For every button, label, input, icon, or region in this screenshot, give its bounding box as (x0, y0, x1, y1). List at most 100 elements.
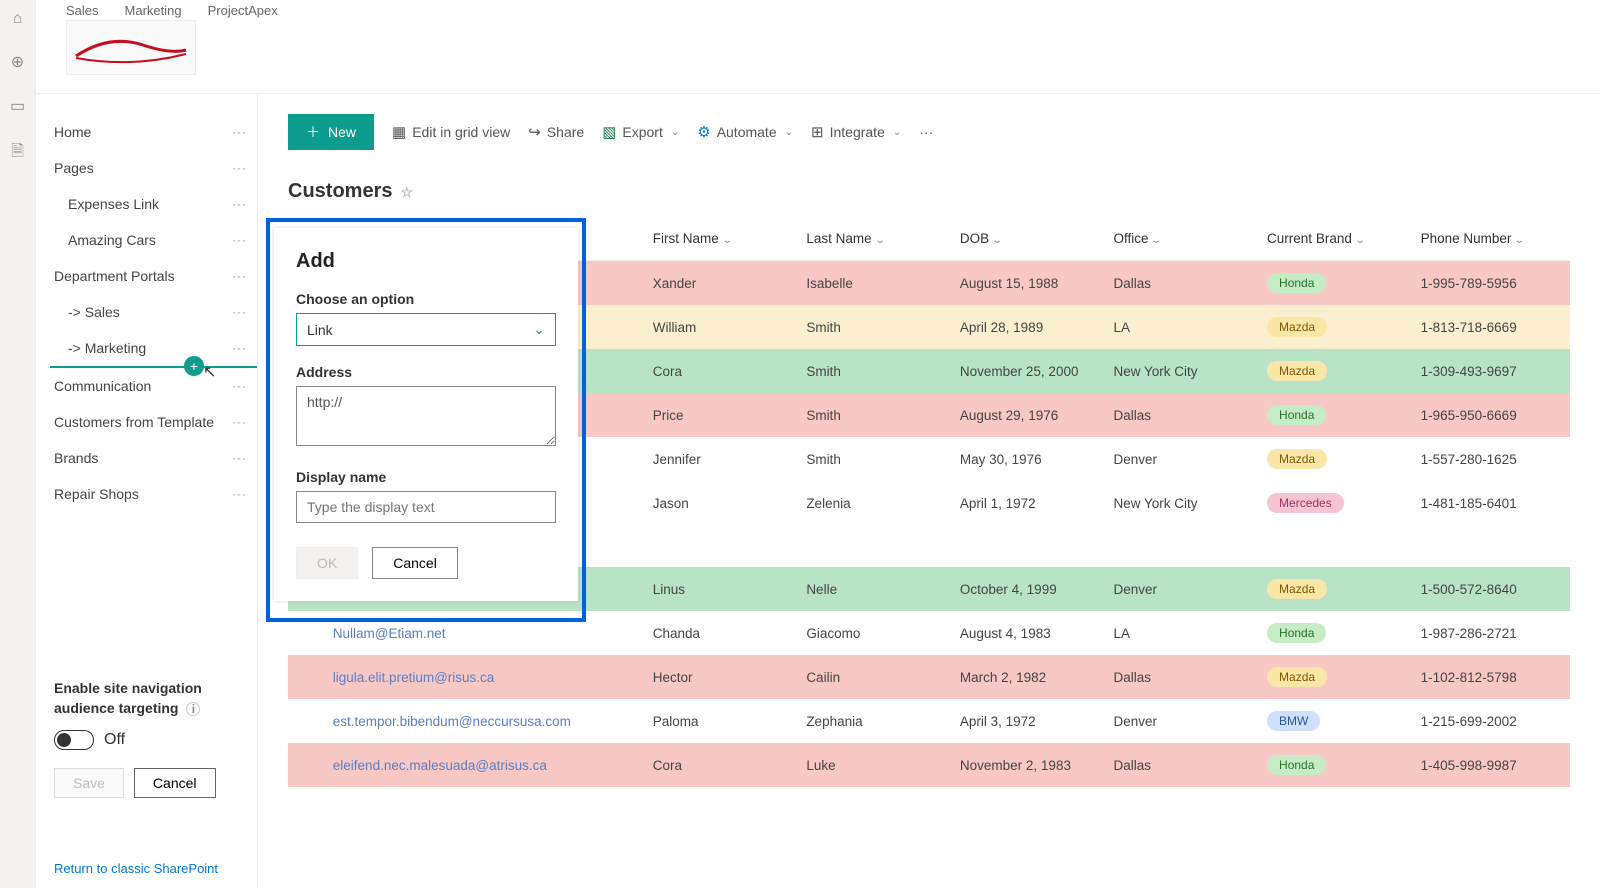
nav-home-label: Home (54, 124, 91, 140)
tab-marketing[interactable]: Marketing (125, 3, 182, 18)
table-row[interactable]: Nullam@Etiam.netChandaGiacomoAugust 4, 1… (288, 611, 1570, 655)
col-phone[interactable]: Phone Number⌄ (1421, 217, 1570, 261)
cell-last: Isabelle (806, 261, 960, 306)
nav-repair[interactable]: Repair Shops··· (36, 476, 257, 512)
site-logo[interactable] (66, 20, 196, 75)
cell-first: Paloma (653, 699, 807, 743)
more-icon[interactable]: ··· (232, 233, 247, 247)
nav-home[interactable]: Home ··· (36, 114, 257, 150)
cell-phone: 1-309-493-9697 (1421, 349, 1570, 393)
col-dob[interactable]: DOB⌄ (960, 217, 1114, 261)
return-classic-link[interactable]: Return to classic SharePoint (54, 861, 218, 876)
table-row[interactable]: est.tempor.bibendum@neccursusa.comPaloma… (288, 699, 1570, 743)
nav-customers-template[interactable]: Customers from Template··· (36, 404, 257, 440)
nav-expenses-link[interactable]: Expenses Link ··· (36, 186, 257, 222)
cell-phone: 1-102-812-5798 (1421, 655, 1570, 699)
chevron-down-icon: ⌄ (992, 235, 1003, 246)
cell-first: Hector (653, 655, 807, 699)
cell-brand: Mercedes (1267, 481, 1421, 525)
automate-button[interactable]: ⚙Automate⌄ (697, 123, 793, 141)
more-icon[interactable]: ··· (232, 161, 247, 175)
add-link-dialog: Add Choose an option Link ⌄ Address Disp… (274, 228, 578, 601)
tab-projectapex[interactable]: ProjectApex (208, 3, 278, 18)
cell-dob: November 25, 2000 (960, 349, 1114, 393)
cell-office: LA (1113, 305, 1267, 349)
more-icon[interactable]: ··· (232, 487, 247, 501)
cell-dob: March 2, 1982 (960, 655, 1114, 699)
nav-dept-portals[interactable]: Department Portals··· (36, 258, 257, 294)
nav-amazing-label: Amazing Cars (68, 232, 156, 248)
save-button: Save (54, 768, 124, 798)
targeting-label: Enable site navigation audience targetin… (54, 678, 244, 718)
new-button-label: New (328, 124, 356, 140)
nav-mkt-label: -> Marketing (68, 340, 146, 356)
nav-pages-label: Pages (54, 160, 94, 176)
more-icon[interactable]: ··· (232, 415, 247, 429)
nav-marketing[interactable]: -> Marketing ··· (36, 330, 257, 366)
targeting-toggle[interactable] (54, 730, 94, 750)
cell-first: Chanda (653, 611, 807, 655)
more-icon[interactable]: ··· (232, 125, 247, 139)
more-icon[interactable]: ··· (232, 379, 247, 393)
cell-brand: BMW (1267, 699, 1421, 743)
overflow-button[interactable]: ··· (919, 124, 933, 140)
top-band: Sales Marketing ProjectApex (36, 0, 1600, 94)
more-icon: ··· (919, 124, 933, 140)
col-last[interactable]: Last Name⌄ (806, 217, 960, 261)
info-icon[interactable]: i (186, 702, 200, 716)
cell-dob: November 2, 1983 (960, 743, 1114, 787)
nav-communication[interactable]: Communication··· (36, 368, 257, 404)
globe-icon[interactable]: ⊕ (11, 52, 24, 72)
share-button[interactable]: ↪Share (528, 123, 584, 141)
nav-sales[interactable]: -> Sales··· (36, 294, 257, 330)
table-row[interactable]: eleifend.nec.malesuada@atrisus.caCoraLuk… (288, 743, 1570, 787)
more-icon[interactable]: ··· (232, 305, 247, 319)
tab-sales[interactable]: Sales (66, 3, 99, 18)
cell-brand: Honda (1267, 743, 1421, 787)
more-icon[interactable]: ··· (232, 197, 247, 211)
cell-dob: April 28, 1989 (960, 305, 1114, 349)
new-button[interactable]: ＋ New (288, 114, 374, 150)
more-icon[interactable]: ··· (232, 341, 247, 355)
more-icon[interactable]: ··· (232, 269, 247, 283)
cell-phone: 1-481-185-6401 (1421, 481, 1570, 525)
cell-office: Dallas (1113, 743, 1267, 787)
cell-first: William (653, 305, 807, 349)
cell-phone: 1-987-286-2721 (1421, 611, 1570, 655)
col-brand[interactable]: Current Brand⌄ (1267, 217, 1421, 261)
edit-grid-button[interactable]: ▦Edit in grid view (392, 123, 510, 141)
option-select[interactable]: Link ⌄ (296, 313, 556, 346)
display-name-input[interactable] (296, 491, 556, 523)
cell-first: Cora (653, 349, 807, 393)
cell-last: Luke (806, 743, 960, 787)
file-icon[interactable]: 🗎 (11, 140, 24, 167)
cell-brand: Mazda (1267, 437, 1421, 481)
export-label: Export (622, 124, 662, 140)
cards-icon[interactable]: ▭ (10, 96, 25, 116)
export-button[interactable]: ▧Export⌄ (602, 123, 679, 141)
more-icon[interactable]: ··· (232, 451, 247, 465)
integrate-button[interactable]: ⊞Integrate⌄ (811, 123, 901, 141)
plus-icon: ＋ (306, 122, 320, 142)
nav-pages[interactable]: Pages ··· (36, 150, 257, 186)
nav-brands[interactable]: Brands··· (36, 440, 257, 476)
table-row[interactable]: ligula.elit.pretium@risus.caHectorCailin… (288, 655, 1570, 699)
col-first[interactable]: First Name⌄ (653, 217, 807, 261)
dialog-cancel-button[interactable]: Cancel (372, 547, 458, 579)
site-navigation: Home ··· Pages ··· Expenses Link ··· Amazin… (36, 94, 258, 888)
toggle-state-label: Off (104, 731, 125, 749)
nav-expenses-label: Expenses Link (68, 196, 159, 212)
address-input[interactable] (296, 386, 556, 446)
cancel-button[interactable]: Cancel (134, 768, 216, 798)
grid-icon: ▦ (392, 123, 406, 141)
chevron-down-icon: ⌄ (893, 127, 901, 138)
col-office[interactable]: Office⌄ (1113, 217, 1267, 261)
favorite-icon[interactable]: ☆ (400, 184, 413, 200)
nav-amazing-cars[interactable]: Amazing Cars ··· (36, 222, 257, 258)
option-label: Choose an option (296, 291, 556, 307)
cell-office: Dallas (1113, 655, 1267, 699)
cell-brand: Honda (1267, 261, 1421, 306)
cell-brand: Mazda (1267, 567, 1421, 611)
chevron-down-icon: ⌄ (671, 127, 679, 138)
home-icon[interactable]: ⌂ (13, 10, 23, 28)
